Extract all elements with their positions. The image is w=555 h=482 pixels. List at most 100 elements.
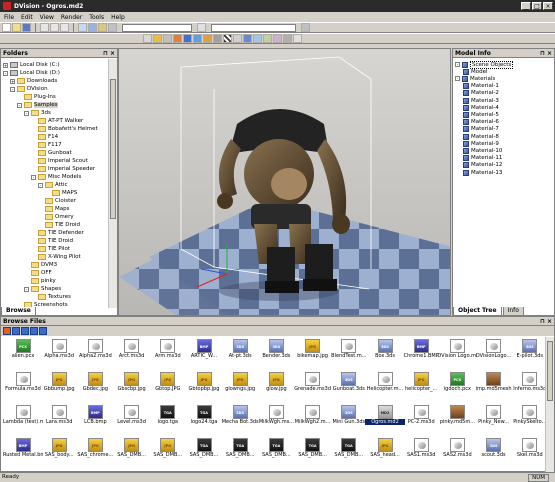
folder-tree-item[interactable]: Maps xyxy=(38,205,69,213)
model-tree-item[interactable]: Material-9 xyxy=(463,140,499,147)
open-icon[interactable] xyxy=(12,23,21,32)
folder-tree-item[interactable]: Omery xyxy=(38,213,74,221)
bounding-box-icon[interactable] xyxy=(233,34,242,43)
folder-tree-item[interactable]: - 3ds xyxy=(24,109,51,117)
large-icons-icon[interactable] xyxy=(12,327,20,335)
folder-tree-item[interactable]: - Local Disk (D:) xyxy=(3,69,60,77)
folder-tree-item[interactable]: Plug-Ins xyxy=(17,93,56,101)
render-icon[interactable] xyxy=(78,23,87,32)
file-item[interactable]: JPG SAS_body... xyxy=(39,438,79,462)
file-item[interactable]: JPG glowngs.jpg xyxy=(220,372,260,396)
file-item[interactable]: JPG Gbtopbp.jpg xyxy=(184,372,224,396)
model-tree-item[interactable]: Material-4 xyxy=(463,104,499,111)
collapse-icon[interactable]: - xyxy=(31,174,36,180)
folder-tree-item[interactable]: Imperial Speeder xyxy=(31,165,95,173)
pin-icon[interactable]: ⊓ × xyxy=(540,317,552,326)
file-item[interactable]: JPG SAS_DMB... xyxy=(112,438,152,462)
checker-icon[interactable] xyxy=(223,34,232,43)
folder-tree-item[interactable]: TIE Droid xyxy=(31,237,73,245)
folder-tree-item[interactable]: OFF xyxy=(24,269,52,277)
folder-tree-item[interactable]: F117 xyxy=(31,141,62,149)
menu-edit[interactable]: Edit xyxy=(21,14,33,21)
settings-icon[interactable] xyxy=(301,23,310,32)
file-item[interactable]: Alpha2.ms3d xyxy=(75,339,115,363)
file-item[interactable]: Pinky_New... xyxy=(474,405,514,429)
normals-icon[interactable] xyxy=(213,34,222,43)
collapse-icon[interactable]: - xyxy=(3,70,8,76)
file-item[interactable]: PCX alien.pcx xyxy=(3,339,43,363)
refresh-icon[interactable] xyxy=(197,23,206,32)
file-item[interactable]: MD2 Ogros.md2 xyxy=(365,405,405,429)
lighting-icon[interactable] xyxy=(253,34,262,43)
view-combo[interactable] xyxy=(122,23,192,32)
folder-tree-item[interactable]: Cloister xyxy=(38,197,76,205)
expand-icon[interactable]: + xyxy=(3,62,8,68)
folder-tree-item[interactable]: DVM3 xyxy=(24,261,57,269)
menu-render[interactable]: Render xyxy=(61,14,82,21)
paste-icon[interactable] xyxy=(60,23,69,32)
camera-icon[interactable] xyxy=(88,23,97,32)
folder-tree-item[interactable]: Imperial Scout xyxy=(31,157,88,165)
model-tree-item[interactable]: - Scene Objects xyxy=(455,60,514,69)
file-item[interactable]: TGA logo24.tga xyxy=(184,405,224,429)
up-folder-icon[interactable] xyxy=(3,327,11,335)
file-item[interactable]: Inferno.ms3d xyxy=(510,372,546,396)
folder-tree-item[interactable]: Bobafett's Helmet xyxy=(31,125,98,133)
scroll-thumb[interactable] xyxy=(110,79,116,219)
file-item[interactable]: JPG SAS_chrome... xyxy=(75,438,115,462)
file-item[interactable]: Formula.ms3d xyxy=(3,372,43,396)
model-tree-item[interactable]: Material-3 xyxy=(463,97,499,104)
folder-tree-item[interactable]: pinky xyxy=(24,277,56,285)
list-view-icon[interactable] xyxy=(30,327,38,335)
file-item[interactable]: Alpha.ms3d xyxy=(39,339,79,363)
file-item[interactable]: JPG bikemap.jpg xyxy=(293,339,333,363)
model-tree-item[interactable]: Material-7 xyxy=(463,126,499,133)
mode-combo[interactable] xyxy=(211,23,296,32)
file-item[interactable]: JPG Gbdec.jpg xyxy=(75,372,115,396)
file-item[interactable]: DVisionLogo... xyxy=(474,339,514,363)
file-item[interactable]: TGA SAS_DMB... xyxy=(329,438,369,462)
axis-icon[interactable] xyxy=(243,34,252,43)
file-item[interactable]: 3DS Gunboat.3ds xyxy=(329,372,369,396)
folder-tree-item[interactable]: + Local Disk (C:) xyxy=(3,61,60,69)
wand-icon[interactable] xyxy=(153,34,162,43)
browse-scrollbar[interactable] xyxy=(545,337,554,472)
folder-tree-item[interactable]: - Attic xyxy=(38,181,68,189)
file-item[interactable]: TGA SAS_DMB... xyxy=(293,438,333,462)
viewport-canvas[interactable] xyxy=(119,49,451,316)
model-tree-item[interactable]: Material-2 xyxy=(463,90,499,97)
collapse-icon[interactable]: - xyxy=(17,102,22,108)
folders-scrollbar[interactable] xyxy=(108,59,117,308)
details-view-icon[interactable] xyxy=(39,327,47,335)
file-item[interactable]: BMP LCB.bmp xyxy=(75,405,115,429)
minimize-button[interactable]: _ xyxy=(521,2,531,10)
file-item[interactable]: Helicopter.m... xyxy=(365,372,405,396)
file-item[interactable]: Lara.ms3d xyxy=(39,405,79,429)
solid-icon[interactable] xyxy=(173,34,182,43)
model-tree-item[interactable]: Material-1 xyxy=(463,83,499,90)
collapse-icon[interactable]: - xyxy=(455,62,460,67)
folder-tree-item[interactable]: Textures xyxy=(31,293,71,301)
model-tree-item[interactable]: - Materials xyxy=(455,75,495,82)
file-item[interactable]: BMP ARTIC_W... xyxy=(184,339,224,363)
folder-tree-item[interactable]: X-Wing Pilot xyxy=(31,253,81,261)
copy-icon[interactable] xyxy=(50,23,59,32)
cut-icon[interactable] xyxy=(40,23,49,32)
close-button[interactable]: × xyxy=(543,2,553,10)
folder-tree-item[interactable]: TIE Droid xyxy=(38,221,80,229)
file-item[interactable]: Level.ms3d xyxy=(112,405,152,429)
model-tree-item[interactable]: Material-11 xyxy=(463,155,502,162)
menu-view[interactable]: View xyxy=(40,14,54,21)
menu-file[interactable]: File xyxy=(4,14,14,21)
tab-browse[interactable]: Browse xyxy=(1,307,36,316)
file-item[interactable]: 3DS Mini Gun.3ds xyxy=(329,405,369,429)
file-item[interactable]: JPG Gbscbp.jpg xyxy=(112,372,152,396)
texture-icon[interactable] xyxy=(193,34,202,43)
file-item[interactable]: JPG SAS_head... xyxy=(365,438,405,462)
animate-icon[interactable] xyxy=(263,34,272,43)
bone-icon[interactable] xyxy=(203,34,212,43)
file-item[interactable]: JPG Gbbump.jpg xyxy=(39,372,79,396)
file-item[interactable]: 3DS Mecha Bot.3ds xyxy=(220,405,260,429)
file-item[interactable]: JPG SAS_DMB... xyxy=(148,438,188,462)
folder-tree-item[interactable]: TIE Pilot xyxy=(31,245,70,253)
